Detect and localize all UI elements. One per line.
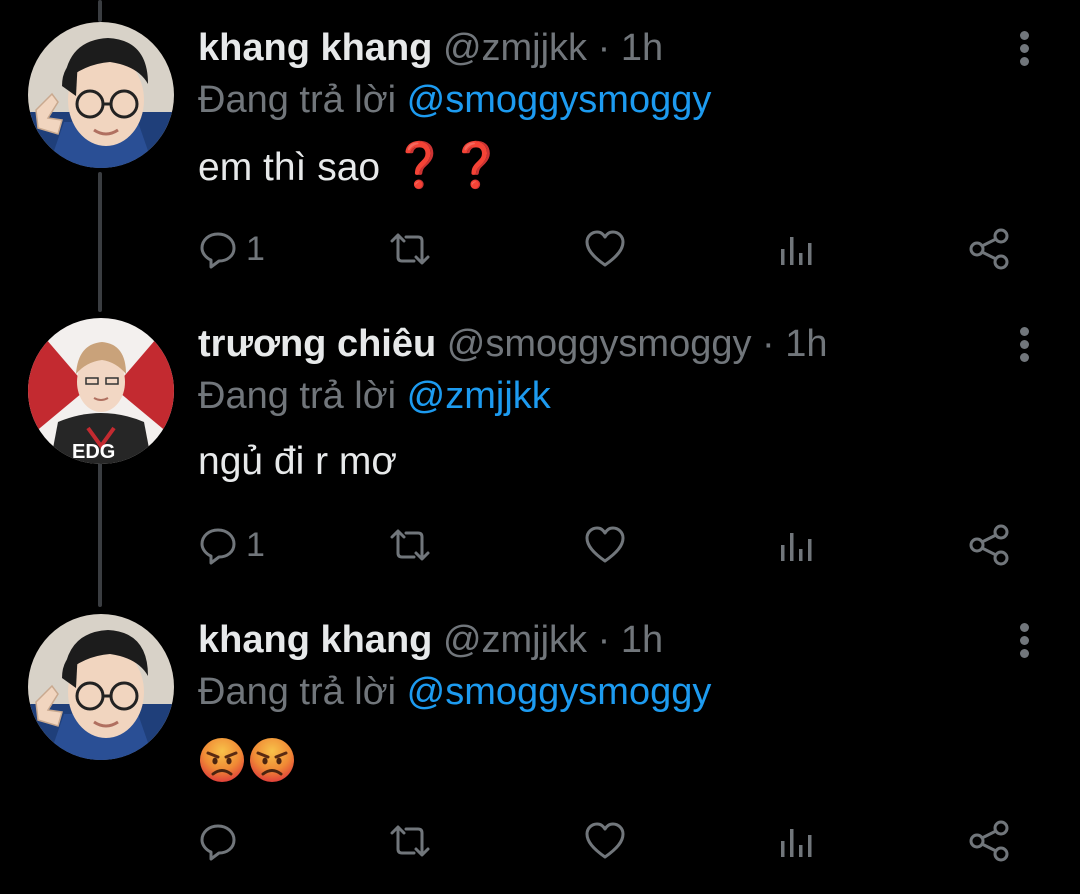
- tweet[interactable]: khang khang @zmjjkk · 1h Đang trả lời @s…: [0, 0, 1080, 290]
- retweet-button[interactable]: [386, 816, 434, 866]
- tweet-header: khang khang @zmjjkk · 1h: [198, 22, 990, 74]
- handle[interactable]: @zmjjkk: [443, 27, 587, 69]
- views-button[interactable]: [778, 520, 814, 570]
- replying-prefix: Đang trả lời: [198, 79, 397, 121]
- replying-to: Đang trả lời @smoggysmoggy: [198, 666, 711, 718]
- heart-icon: [585, 230, 625, 267]
- replying-to: Đang trả lời @zmjjkk: [198, 370, 551, 422]
- more-vertical-icon[interactable]: [1012, 324, 1036, 368]
- separator-dot: ·: [597, 27, 611, 69]
- question-mark-emoji: ❓❓: [392, 141, 506, 190]
- user-avatar-image: [28, 614, 174, 760]
- separator-dot: ·: [762, 323, 775, 365]
- angry-face-emoji: [200, 737, 244, 782]
- action-bar: 1: [198, 224, 1018, 274]
- views-button[interactable]: [778, 224, 814, 274]
- more-vertical-icon[interactable]: [1012, 620, 1036, 664]
- reply-icon: [200, 232, 236, 269]
- timestamp[interactable]: 1h: [785, 323, 827, 365]
- more-vertical-icon[interactable]: [1012, 28, 1036, 72]
- tweet-header: khang khang @zmjjkk · 1h: [198, 614, 990, 666]
- action-bar: 1: [198, 520, 1018, 570]
- reply-count: 1: [246, 229, 265, 268]
- display-name[interactable]: trương chiêu: [198, 323, 436, 365]
- views-icon: [781, 829, 812, 857]
- tweet-header: trương chiêu @smoggysmoggy · 1h: [198, 318, 990, 370]
- views-button[interactable]: [778, 816, 814, 866]
- replying-prefix: Đang trả lời: [198, 671, 397, 713]
- like-button[interactable]: [584, 520, 626, 570]
- retweet-button[interactable]: [386, 520, 434, 570]
- share-button[interactable]: [968, 520, 1010, 570]
- mention-link[interactable]: @smoggysmoggy: [407, 671, 712, 713]
- angry-face-emoji: [250, 737, 294, 782]
- avatar[interactable]: [28, 22, 174, 168]
- tweet-body: em thì sao: [198, 146, 381, 189]
- handle[interactable]: @zmjjkk: [443, 619, 587, 661]
- action-bar: [198, 816, 1018, 866]
- heart-icon: [585, 526, 625, 563]
- like-button[interactable]: [584, 224, 626, 274]
- tweet[interactable]: khang khang @zmjjkk · 1h Đang trả lời @s…: [0, 592, 1080, 882]
- views-icon: [781, 237, 812, 265]
- reply-button[interactable]: 1: [198, 224, 265, 274]
- handle[interactable]: @smoggysmoggy: [447, 323, 752, 365]
- reply-button[interactable]: 1: [198, 520, 265, 570]
- avatar[interactable]: [28, 614, 174, 760]
- user-avatar-image: EDG: [28, 318, 174, 464]
- tweet-text: ngủ đi r mơ: [198, 436, 397, 488]
- tweet[interactable]: EDG trương chiêu @smoggysmoggy · 1h Đang…: [0, 296, 1080, 586]
- user-avatar-image: [28, 22, 174, 168]
- tweet-text: em thì sao ❓❓: [198, 140, 506, 194]
- separator-dot: ·: [597, 619, 611, 661]
- mention-link[interactable]: @zmjjkk: [407, 375, 551, 417]
- reply-button[interactable]: [198, 816, 238, 866]
- share-icon: [969, 228, 1009, 270]
- share-button[interactable]: [968, 816, 1010, 866]
- share-icon: [969, 524, 1009, 566]
- retweet-icon: [390, 529, 430, 561]
- display-name[interactable]: khang khang: [198, 619, 432, 661]
- heart-icon: [585, 822, 625, 859]
- reply-icon: [200, 528, 236, 565]
- share-icon: [969, 820, 1009, 862]
- svg-text:EDG: EDG: [72, 441, 115, 463]
- retweet-icon: [390, 825, 430, 857]
- avatar[interactable]: EDG: [28, 318, 174, 464]
- tweet-body: ngủ đi r mơ: [198, 440, 397, 483]
- timestamp[interactable]: 1h: [621, 27, 663, 69]
- mention-link[interactable]: @smoggysmoggy: [407, 79, 712, 121]
- like-button[interactable]: [584, 816, 626, 866]
- replying-prefix: Đang trả lời: [198, 375, 397, 417]
- display-name[interactable]: khang khang: [198, 27, 432, 69]
- reply-count: 1: [246, 525, 265, 564]
- retweet-icon: [390, 233, 430, 265]
- reply-icon: [200, 824, 236, 861]
- replying-to: Đang trả lời @smoggysmoggy: [198, 74, 711, 126]
- tweet-text: [198, 732, 298, 784]
- timestamp[interactable]: 1h: [621, 619, 663, 661]
- retweet-button[interactable]: [386, 224, 434, 274]
- views-icon: [781, 533, 812, 561]
- share-button[interactable]: [968, 224, 1010, 274]
